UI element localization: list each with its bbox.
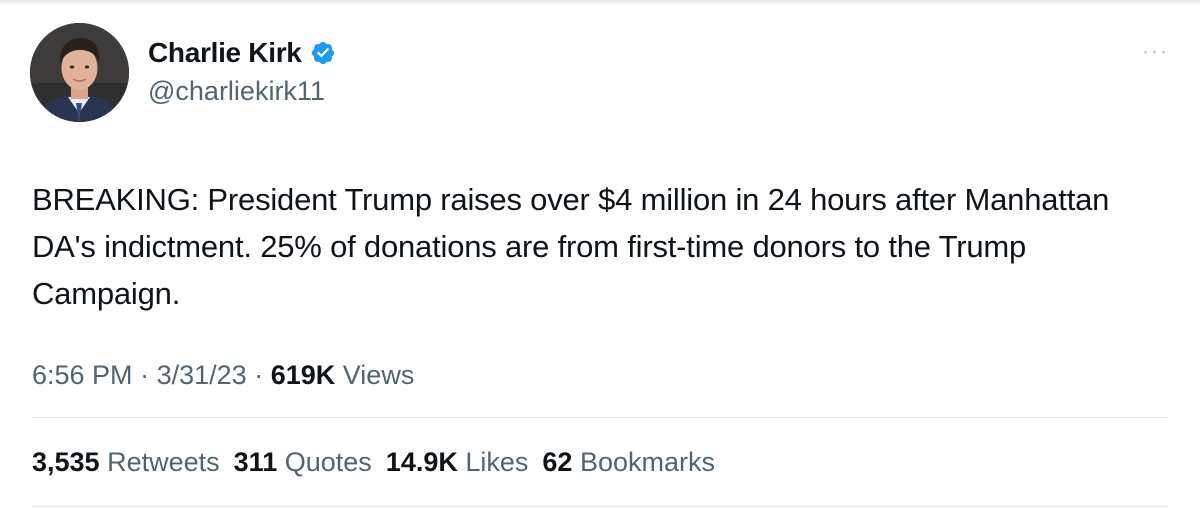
bookmarks-stat[interactable]: 62 Bookmarks <box>542 444 715 480</box>
retweets-stat[interactable]: 3,535 Retweets <box>32 444 220 480</box>
quotes-label: Quotes <box>284 447 372 477</box>
engagement-stats: 3,535 Retweets 311 Quotes 14.9K Likes 62… <box>32 444 715 480</box>
divider <box>32 417 1169 418</box>
avatar[interactable] <box>30 23 129 122</box>
views-label: Views <box>342 360 415 390</box>
likes-count: 14.9K <box>385 447 458 477</box>
meta-separator: · <box>254 360 264 390</box>
quotes-count: 311 <box>233 447 278 477</box>
tweet-metadata: 6:56 PM · 3/31/23 · 619K Views <box>32 357 414 393</box>
tweet-text: BREAKING: President Trump raises over $4… <box>32 182 1110 311</box>
avatar-image <box>30 23 129 122</box>
author-display-name[interactable]: Charlie Kirk <box>148 36 302 70</box>
verified-badge-icon[interactable] <box>310 40 336 66</box>
quotes-stat[interactable]: 311 Quotes <box>234 444 372 480</box>
top-edge <box>0 0 1200 6</box>
bookmarks-count: 62 <box>542 447 573 477</box>
views-count: 619K <box>270 360 336 390</box>
tweet-date[interactable]: 3/31/23 <box>157 360 247 390</box>
likes-label: Likes <box>465 447 529 477</box>
retweets-count: 3,535 <box>32 447 100 477</box>
author-name-row: Charlie Kirk <box>148 36 336 70</box>
bookmarks-label: Bookmarks <box>579 447 716 477</box>
more-horizontal-icon: ··· <box>1141 38 1169 65</box>
retweets-label: Retweets <box>107 447 220 477</box>
divider <box>32 506 1169 507</box>
more-options-button[interactable]: ··· <box>1138 40 1172 64</box>
meta-separator: · <box>140 360 150 390</box>
likes-stat[interactable]: 14.9K Likes <box>386 444 529 480</box>
author-handle[interactable]: @charliekirk11 <box>148 74 325 108</box>
tweet-time[interactable]: 6:56 PM <box>32 360 133 390</box>
